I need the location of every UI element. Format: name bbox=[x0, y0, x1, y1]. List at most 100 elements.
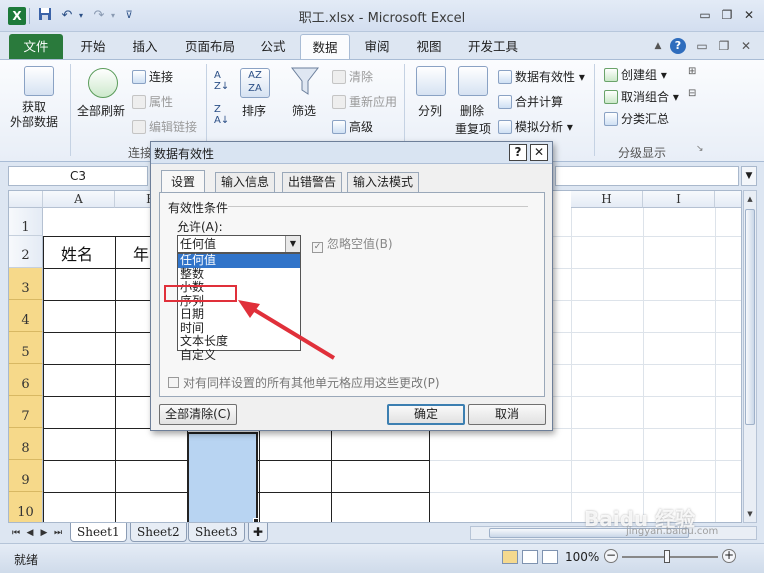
sheet-tab-1[interactable]: Sheet1 bbox=[70, 523, 127, 542]
row-header-5[interactable]: 5 bbox=[9, 332, 43, 364]
consolidate-button[interactable]: 合并计算 bbox=[498, 93, 563, 110]
text-to-columns-button[interactable]: 分列 bbox=[418, 102, 442, 119]
normal-view-icon[interactable] bbox=[502, 550, 518, 564]
reapply-button[interactable]: 重新应用 bbox=[332, 93, 397, 110]
advanced-filter-button[interactable]: 高级 bbox=[332, 118, 373, 135]
row-header-9[interactable]: 9 bbox=[9, 460, 43, 492]
expand-formula-bar-icon[interactable]: ▼ bbox=[741, 166, 757, 186]
dialog-help-button[interactable]: ? bbox=[509, 144, 527, 161]
refresh-icon[interactable] bbox=[88, 68, 118, 98]
tab-file[interactable]: 文件 bbox=[9, 34, 63, 59]
tab-error-alert[interactable]: 出错警告 bbox=[282, 172, 343, 192]
tab-developer[interactable]: 开发工具 bbox=[460, 34, 526, 59]
first-sheet-icon[interactable]: ⏮ bbox=[10, 527, 22, 539]
row-header-3[interactable]: 3 bbox=[9, 268, 43, 300]
formula-input[interactable] bbox=[555, 166, 739, 186]
sort-az-icon[interactable]: A Z↓ bbox=[214, 70, 229, 92]
zoom-in-icon[interactable]: + bbox=[722, 549, 736, 563]
sort-button[interactable]: 排序 bbox=[242, 102, 266, 119]
ungroup-button[interactable]: 取消组合 ▾ bbox=[604, 88, 679, 105]
external-data-icon[interactable] bbox=[24, 66, 54, 96]
vertical-scrollbar[interactable]: ▲ ▼ bbox=[743, 190, 757, 523]
restore-button[interactable]: ❐ bbox=[716, 7, 738, 25]
clear-button[interactable]: 清除 bbox=[332, 68, 373, 85]
column-header-a[interactable]: A bbox=[43, 191, 115, 208]
column-header-filler[interactable] bbox=[715, 191, 741, 208]
doc-restore-icon[interactable]: ❐ bbox=[716, 38, 732, 54]
tab-view[interactable]: 视图 bbox=[408, 34, 450, 59]
option-any-value[interactable]: 任何值 bbox=[178, 254, 300, 268]
get-external-data-button[interactable]: 获取 外部数据 bbox=[10, 100, 58, 130]
chevron-down-icon[interactable]: ▼ bbox=[285, 236, 300, 252]
properties-button[interactable]: 属性 bbox=[132, 93, 173, 110]
close-window-button[interactable]: ✕ bbox=[738, 7, 760, 25]
data-validation-button[interactable]: 数据有效性 ▾ bbox=[498, 68, 585, 85]
next-sheet-icon[interactable]: ▶ bbox=[38, 527, 50, 539]
doc-close-icon[interactable]: ✕ bbox=[738, 38, 754, 54]
zoom-level[interactable]: 100% bbox=[565, 550, 599, 564]
zoom-out-icon[interactable]: − bbox=[604, 549, 618, 563]
row-header-2[interactable]: 2 bbox=[9, 236, 43, 268]
tab-page-layout[interactable]: 页面布局 bbox=[178, 34, 242, 59]
option-whole-number[interactable]: 整数 bbox=[178, 267, 300, 282]
dialog-close-button[interactable]: ✕ bbox=[530, 144, 548, 161]
tab-review[interactable]: 审阅 bbox=[356, 34, 398, 59]
dialog-title-bar[interactable]: 数据有效性 ? ✕ bbox=[151, 142, 552, 164]
sort-za-icon[interactable]: Z A↓ bbox=[214, 104, 229, 126]
insert-sheet-icon[interactable]: ✚ bbox=[248, 523, 269, 542]
tab-insert[interactable]: 插入 bbox=[124, 34, 166, 59]
group-button[interactable]: 创建组 ▾ bbox=[604, 66, 667, 83]
row-header-8[interactable]: 8 bbox=[9, 428, 43, 460]
name-box[interactable]: C3 bbox=[8, 166, 148, 186]
allow-dropdown[interactable]: 任何值 ▼ bbox=[177, 235, 301, 253]
ignore-blank-checkbox[interactable]: ✓ 忽略空值(B) bbox=[312, 235, 393, 253]
tab-input-message[interactable]: 输入信息 bbox=[215, 172, 276, 192]
tab-ime-mode[interactable]: 输入法模式 bbox=[347, 172, 420, 192]
cell-a2[interactable]: 姓名 bbox=[61, 241, 93, 265]
page-break-view-icon[interactable] bbox=[542, 550, 558, 564]
cancel-button[interactable]: 取消 bbox=[468, 404, 546, 425]
sheet-tab-2[interactable]: Sheet2 bbox=[130, 523, 187, 542]
subtotal-button[interactable]: 分类汇总 bbox=[604, 110, 669, 127]
remove-duplicates-label2[interactable]: 重复项 bbox=[455, 120, 491, 137]
filter-button[interactable]: 筛选 bbox=[292, 102, 316, 119]
scroll-down-icon[interactable]: ▼ bbox=[745, 507, 755, 521]
remove-duplicates-button[interactable]: 删除 bbox=[460, 102, 484, 119]
help-icon[interactable]: ? bbox=[670, 38, 686, 54]
what-if-button[interactable]: 模拟分析 ▾ bbox=[498, 118, 573, 135]
tab-settings[interactable]: 设置 bbox=[161, 170, 206, 193]
filter-funnel-icon[interactable] bbox=[290, 66, 320, 101]
apply-all-checkbox[interactable]: 对有同样设置的所有其他单元格应用这些更改(P) bbox=[168, 374, 440, 391]
row-header-6[interactable]: 6 bbox=[9, 364, 43, 396]
edit-links-button[interactable]: 编辑链接 bbox=[132, 118, 197, 135]
ok-button[interactable]: 确定 bbox=[387, 404, 465, 425]
tab-data[interactable]: 数据 bbox=[300, 34, 350, 59]
page-layout-view-icon[interactable] bbox=[522, 550, 538, 564]
select-all-corner[interactable] bbox=[9, 191, 43, 208]
minimize-ribbon-icon[interactable]: ▲ bbox=[650, 38, 666, 54]
vertical-scroll-thumb[interactable] bbox=[745, 209, 755, 425]
doc-minimize-icon[interactable]: ▭ bbox=[694, 38, 710, 54]
remove-duplicates-icon[interactable] bbox=[458, 66, 488, 96]
minimize-button[interactable]: ▭ bbox=[694, 7, 716, 25]
sheet-tab-3[interactable]: Sheet3 bbox=[188, 523, 245, 542]
prev-sheet-icon[interactable]: ◀ bbox=[24, 527, 36, 539]
refresh-all-button[interactable]: 全部刷新 bbox=[77, 102, 125, 119]
connections-button[interactable]: 连接 bbox=[132, 68, 173, 85]
cell-b2[interactable]: 年 bbox=[133, 241, 149, 265]
tab-home[interactable]: 开始 bbox=[72, 34, 114, 59]
last-sheet-icon[interactable]: ⏭ bbox=[52, 527, 64, 539]
row-header-4[interactable]: 4 bbox=[9, 300, 43, 332]
show-detail-icon[interactable]: ⊞ bbox=[688, 66, 696, 77]
row-header-10[interactable]: 10 bbox=[9, 492, 43, 522]
tab-formulas[interactable]: 公式 bbox=[253, 34, 293, 59]
zoom-slider[interactable] bbox=[622, 556, 718, 558]
zoom-slider-knob[interactable] bbox=[664, 550, 670, 563]
row-header-1[interactable]: 1 bbox=[9, 208, 43, 236]
column-header-i[interactable]: I bbox=[643, 191, 715, 208]
column-header-h[interactable]: H bbox=[571, 191, 643, 208]
text-to-columns-icon[interactable] bbox=[416, 66, 446, 96]
selected-range[interactable] bbox=[187, 432, 258, 522]
sort-dialog-icon[interactable]: AZ ZA bbox=[240, 68, 270, 98]
outline-launcher-icon[interactable]: ↘ bbox=[696, 144, 704, 154]
